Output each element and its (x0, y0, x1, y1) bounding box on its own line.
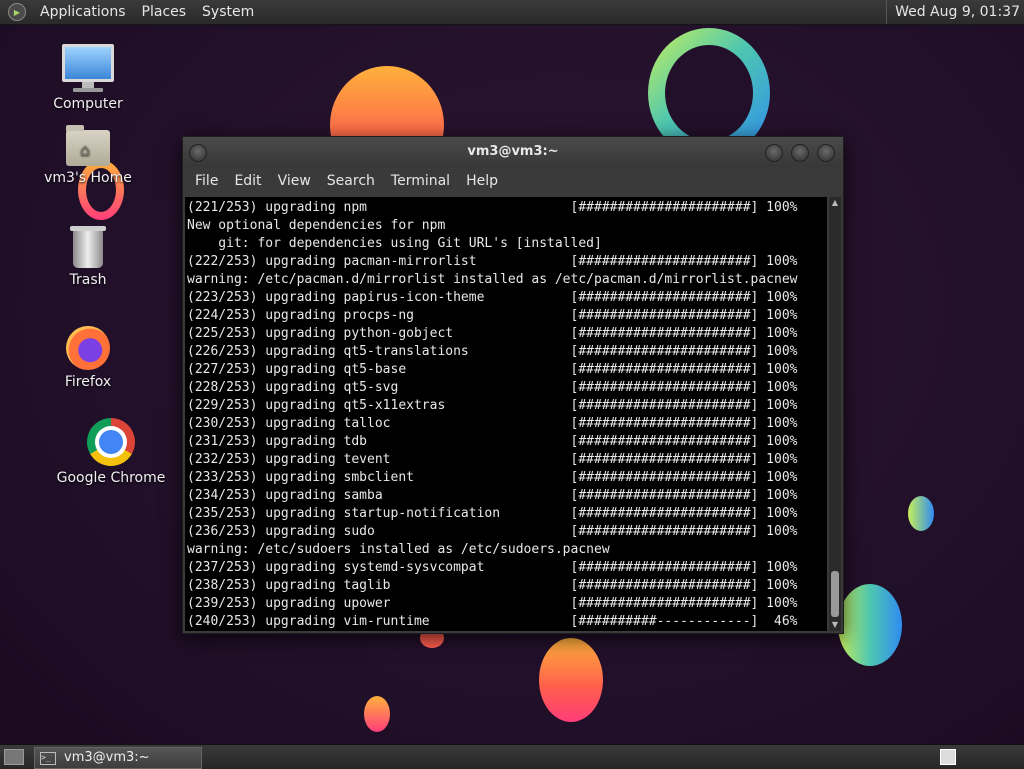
firefox-icon (66, 326, 110, 370)
terminal-line: (233/253) upgrading smbclient [#########… (187, 470, 798, 485)
desktop-icon-label: Google Chrome (56, 470, 166, 486)
scrollbar-thumb[interactable] (831, 571, 839, 617)
desktop-icon-computer[interactable]: Computer (38, 44, 138, 112)
workspace-switcher[interactable] (940, 749, 956, 765)
taskbar-button-label: vm3@vm3:~ (64, 750, 150, 765)
terminal-line: (230/253) upgrading talloc [############… (187, 416, 798, 431)
window-menu-button[interactable] (189, 144, 207, 162)
desktop-icon-label: Computer (53, 96, 123, 112)
menu-terminal[interactable]: Terminal (383, 173, 458, 189)
desktop-icon-firefox[interactable]: Firefox (38, 326, 138, 390)
desktop-icon-label: Trash (69, 272, 107, 288)
desktop-icon-trash[interactable]: Trash (38, 226, 138, 288)
terminal-line: (235/253) upgrading startup-notification… (187, 506, 798, 521)
top-panel: ▶ Applications Places System Wed Aug 9, … (0, 0, 1024, 25)
menu-search[interactable]: Search (319, 173, 383, 189)
terminal-line: (240/253) upgrading vim-runtime [#######… (187, 614, 798, 629)
maximize-button[interactable] (791, 144, 809, 162)
desktop-icon-home[interactable]: ⌂ vm3's Home (38, 125, 138, 186)
terminal-scrollbar[interactable]: ▲ ▼ (829, 197, 841, 631)
menu-applications[interactable]: Applications (32, 0, 134, 24)
menu-help[interactable]: Help (458, 173, 506, 189)
terminal-line: (236/253) upgrading sudo [##############… (187, 524, 798, 539)
chrome-icon (87, 418, 135, 466)
terminal-icon: >_ (40, 751, 56, 765)
terminal-line: (227/253) upgrading qt5-base [##########… (187, 362, 798, 377)
scroll-up-icon[interactable]: ▲ (829, 197, 841, 209)
computer-icon (38, 44, 138, 92)
terminal-line: (234/253) upgrading samba [#############… (187, 488, 798, 503)
menu-places[interactable]: Places (134, 0, 195, 24)
clock[interactable]: Wed Aug 9, 01:37 (886, 0, 1020, 24)
terminal-text: (221/253) upgrading npm [###############… (185, 197, 827, 631)
terminal-window: vm3@vm3:~ File Edit View Search Terminal… (182, 136, 844, 634)
terminal-line: (232/253) upgrading tevent [############… (187, 452, 798, 467)
menu-edit[interactable]: Edit (226, 173, 269, 189)
terminal-line: git: for dependencies using Git URL's [i… (218, 236, 602, 251)
desktop-icon-chrome[interactable]: Google Chrome (52, 418, 170, 486)
window-titlebar[interactable]: vm3@vm3:~ (183, 137, 843, 167)
menu-system[interactable]: System (194, 0, 262, 24)
terminal-line: (237/253) upgrading systemd-sysvcompat [… (187, 560, 798, 575)
terminal-line: (229/253) upgrading qt5-x11extras [#####… (187, 398, 798, 413)
terminal-line: warning: /etc/pacman.d/mirrorlist instal… (187, 272, 798, 287)
terminal-output[interactable]: (221/253) upgrading npm [###############… (185, 197, 827, 631)
desktop-icon-label: Firefox (64, 374, 112, 390)
distro-logo-icon[interactable]: ▶ (8, 3, 26, 21)
terminal-line: New optional dependencies for npm (187, 218, 446, 233)
menu-file[interactable]: File (187, 173, 226, 189)
taskbar-button-terminal[interactable]: >_ vm3@vm3:~ (34, 747, 202, 769)
terminal-line: (222/253) upgrading pacman-mirrorlist [#… (187, 254, 798, 269)
menu-view[interactable]: View (270, 173, 319, 189)
terminal-line: warning: /etc/sudoers installed as /etc/… (187, 542, 610, 557)
background-small-orange-egg (364, 696, 390, 732)
desktop-icon-label: vm3's Home (44, 170, 132, 186)
background-blue-blob (838, 584, 902, 666)
close-button[interactable] (817, 144, 835, 162)
terminal-line: (223/253) upgrading papirus-icon-theme [… (187, 290, 798, 305)
terminal-line: (228/253) upgrading qt5-svg [###########… (187, 380, 798, 395)
terminal-line: (239/253) upgrading upower [############… (187, 596, 798, 611)
terminal-line: (224/253) upgrading procps-ng [#########… (187, 308, 798, 323)
minimize-button[interactable] (765, 144, 783, 162)
terminal-line: (226/253) upgrading qt5-translations [##… (187, 344, 798, 359)
background-blue-pill (908, 496, 934, 531)
terminal-line: (221/253) upgrading npm [###############… (187, 200, 798, 215)
window-title: vm3@vm3:~ (467, 144, 559, 159)
terminal-line: (225/253) upgrading python-gobject [####… (187, 326, 798, 341)
show-desktop-icon[interactable] (4, 749, 24, 765)
home-folder-icon: ⌂ (66, 125, 110, 166)
terminal-menubar: File Edit View Search Terminal Help (183, 167, 843, 195)
terminal-line: (238/253) upgrading taglib [############… (187, 578, 798, 593)
bottom-panel: >_ vm3@vm3:~ (0, 744, 1024, 769)
scroll-down-icon[interactable]: ▼ (829, 619, 841, 631)
terminal-line: (231/253) upgrading tdb [###############… (187, 434, 798, 449)
background-orange-egg (539, 638, 603, 722)
trash-icon (70, 226, 106, 268)
